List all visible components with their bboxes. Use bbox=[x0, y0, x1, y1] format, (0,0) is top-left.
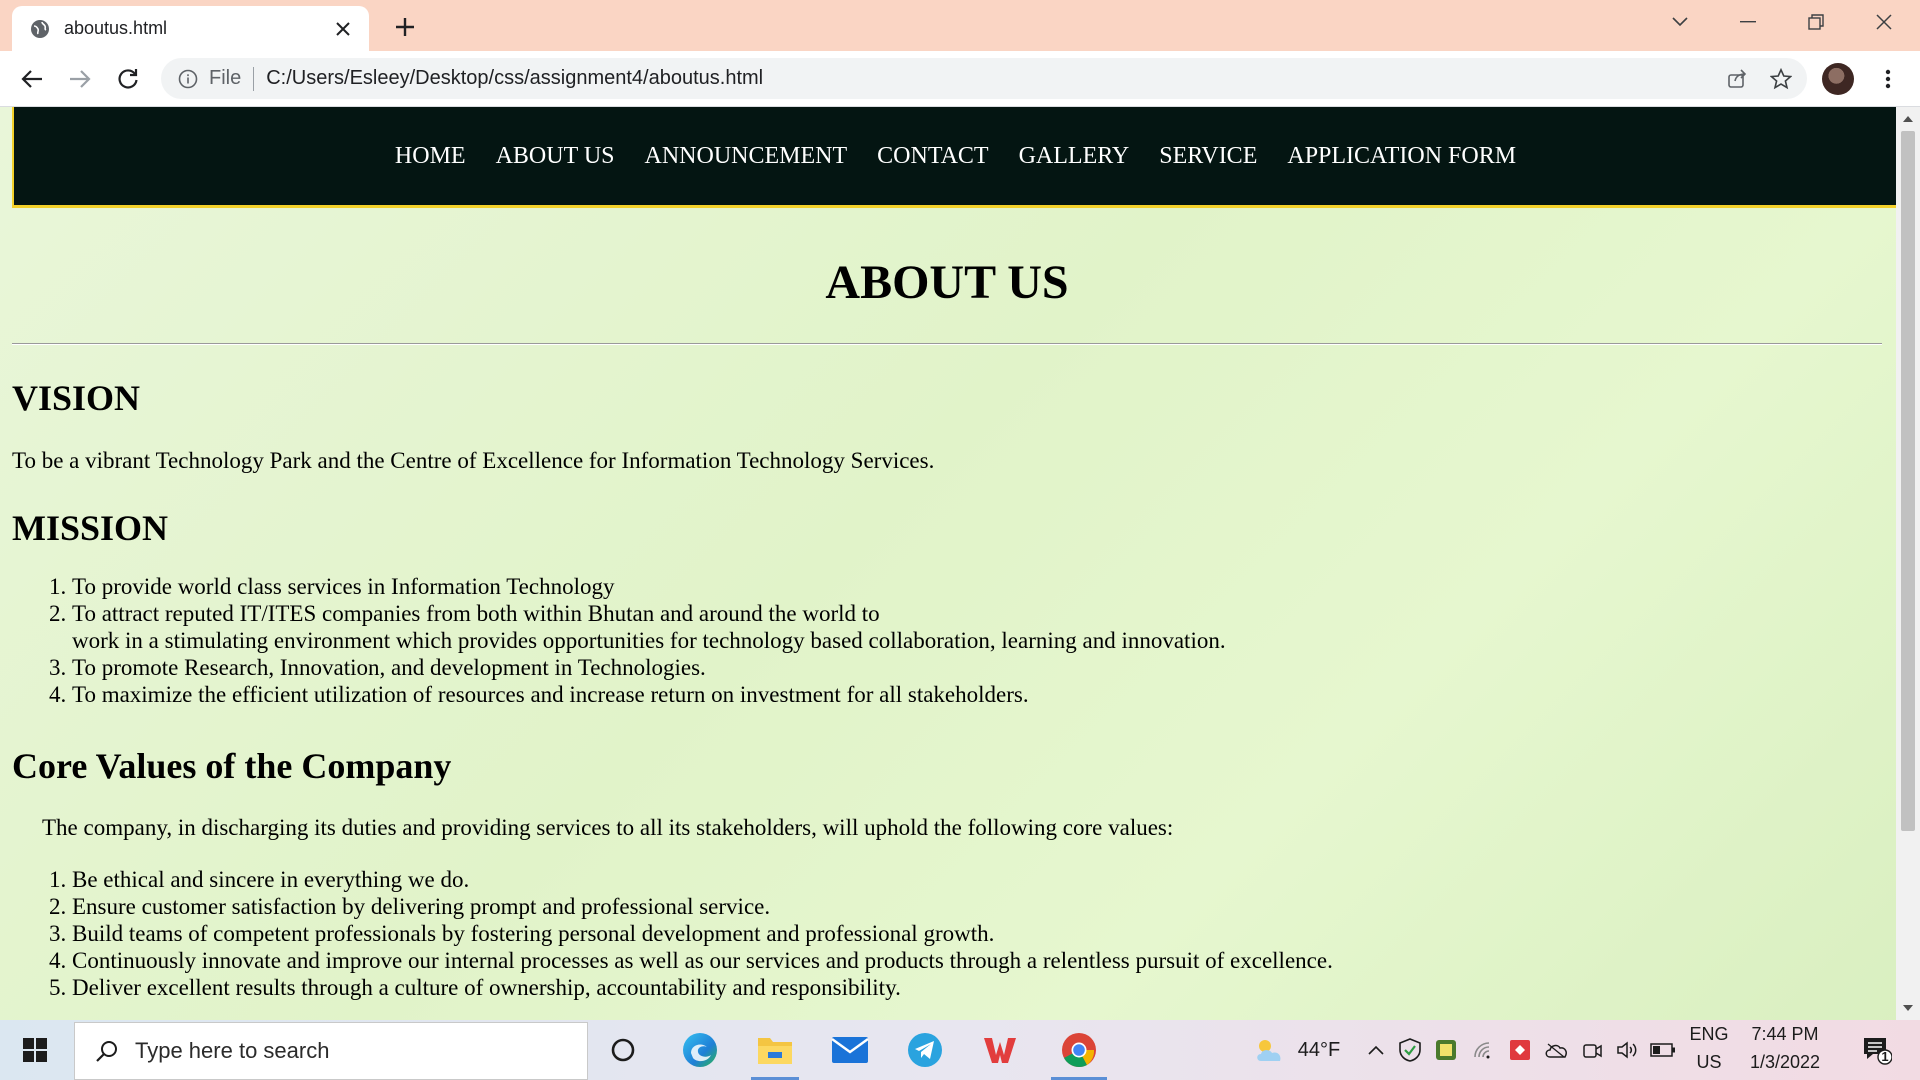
nav-announcement[interactable]: ANNOUNCEMENT bbox=[645, 143, 848, 169]
notification-center-icon[interactable]: 1 bbox=[1855, 1020, 1899, 1080]
new-tab-icon[interactable] bbox=[390, 12, 420, 42]
page-title: ABOUT US bbox=[825, 256, 1069, 309]
list-item: To maximize the efficient utilization of… bbox=[72, 681, 1226, 708]
list-item: Be ethical and sincere in everything we … bbox=[72, 866, 1333, 893]
globe-icon bbox=[31, 19, 49, 38]
nav-contact[interactable]: CONTACT bbox=[877, 143, 988, 169]
clock-date: 1/3/2022 bbox=[1749, 1052, 1821, 1072]
wifi-icon[interactable] bbox=[1470, 1020, 1498, 1080]
file-explorer-icon[interactable] bbox=[745, 1020, 805, 1080]
close-tab-icon[interactable] bbox=[329, 15, 357, 43]
wps-office-icon[interactable] bbox=[970, 1020, 1030, 1080]
core-values-list: Be ethical and sincere in everything we … bbox=[12, 866, 1333, 1001]
windows-taskbar: Type here to search 44°F ENG US 7:44 PM … bbox=[0, 1020, 1920, 1080]
core-values-heading: Core Values of the Company bbox=[12, 746, 452, 786]
browser-tab-strip: aboutus.html bbox=[0, 0, 1920, 51]
weather-temperature[interactable]: 44°F bbox=[1294, 1020, 1344, 1080]
input-language[interactable]: ENG US bbox=[1684, 1020, 1734, 1080]
page-viewport: HOME ABOUT US ANNOUNCEMENT CONTACT GALLE… bbox=[0, 107, 1920, 1020]
search-icon bbox=[93, 1037, 121, 1065]
list-item: Continuously innovate and improve our in… bbox=[72, 947, 1333, 974]
list-item: Deliver excellent results through a cult… bbox=[72, 974, 1333, 1001]
list-item: Build teams of competent professionals b… bbox=[72, 920, 1333, 947]
taskbar-clock[interactable]: 7:44 PM 1/3/2022 bbox=[1740, 1020, 1830, 1080]
browser-tab[interactable]: aboutus.html bbox=[12, 6, 369, 51]
red-app-icon[interactable] bbox=[1506, 1020, 1534, 1080]
url-separator bbox=[253, 66, 255, 91]
scrollbar-thumb[interactable] bbox=[1901, 131, 1915, 831]
region-code: US bbox=[1696, 1052, 1722, 1072]
mail-icon[interactable] bbox=[820, 1020, 880, 1080]
nav-about-us[interactable]: ABOUT US bbox=[496, 143, 615, 169]
back-icon[interactable] bbox=[14, 61, 50, 97]
list-item: To attract reputed IT/ITES companies fro… bbox=[72, 600, 1226, 654]
chrome-icon[interactable] bbox=[1045, 1020, 1113, 1080]
core-values-intro: The company, in discharging its duties a… bbox=[42, 815, 1174, 840]
list-item-continuation: work in a stimulating environment which … bbox=[72, 628, 1226, 653]
windows-start-icon[interactable] bbox=[0, 1020, 70, 1080]
title-divider bbox=[12, 343, 1882, 345]
scroll-down-arrow-icon[interactable] bbox=[1896, 998, 1920, 1018]
clock-time: 7:44 PM bbox=[1751, 1024, 1819, 1044]
address-bar[interactable]: File C:/Users/Esleey/Desktop/css/assignm… bbox=[161, 58, 1807, 99]
chevron-up-icon[interactable] bbox=[1362, 1020, 1390, 1080]
notification-count: 1 bbox=[1881, 1049, 1889, 1064]
vision-heading: VISION bbox=[12, 378, 141, 418]
site-navigation: HOME ABOUT US ANNOUNCEMENT CONTACT GALLE… bbox=[12, 107, 1897, 208]
list-item: To promote Research, Innovation, and dev… bbox=[72, 654, 1226, 681]
reload-icon[interactable] bbox=[110, 61, 146, 97]
list-item-text: To attract reputed IT/ITES companies fro… bbox=[72, 601, 880, 626]
meet-now-icon[interactable] bbox=[1578, 1020, 1606, 1080]
mission-list: To provide world class services in Infor… bbox=[12, 573, 1226, 708]
edge-icon[interactable] bbox=[670, 1020, 730, 1080]
telegram-icon[interactable] bbox=[895, 1020, 955, 1080]
scroll-up-arrow-icon[interactable] bbox=[1896, 109, 1920, 129]
restore-icon[interactable] bbox=[1786, 0, 1846, 44]
security-shield-icon[interactable] bbox=[1396, 1020, 1424, 1080]
green-app-icon[interactable] bbox=[1432, 1020, 1460, 1080]
battery-icon[interactable] bbox=[1648, 1020, 1678, 1080]
bookmark-star-icon[interactable] bbox=[1763, 61, 1799, 97]
cortana-icon[interactable] bbox=[593, 1020, 653, 1080]
close-window-icon[interactable] bbox=[1854, 0, 1914, 44]
forward-icon[interactable] bbox=[62, 61, 98, 97]
mission-heading: MISSION bbox=[12, 508, 169, 548]
search-placeholder: Type here to search bbox=[135, 1038, 330, 1063]
taskbar-search-box[interactable]: Type here to search bbox=[74, 1022, 588, 1080]
url-scheme-label: File bbox=[209, 67, 242, 89]
info-icon[interactable] bbox=[177, 68, 199, 90]
profile-avatar[interactable] bbox=[1822, 63, 1854, 95]
minimize-icon[interactable] bbox=[1718, 0, 1778, 44]
language-code: ENG bbox=[1689, 1024, 1729, 1044]
tab-title: aboutus.html bbox=[64, 18, 168, 38]
list-item: To provide world class services in Infor… bbox=[72, 573, 1226, 600]
vision-text: To be a vibrant Technology Park and the … bbox=[12, 448, 935, 473]
list-item: Ensure customer satisfaction by deliveri… bbox=[72, 893, 1333, 920]
vertical-scrollbar[interactable] bbox=[1896, 107, 1920, 1020]
nav-home[interactable]: HOME bbox=[395, 143, 466, 169]
nav-service[interactable]: SERVICE bbox=[1159, 143, 1257, 169]
nav-gallery[interactable]: GALLERY bbox=[1019, 143, 1130, 169]
weather-icon[interactable] bbox=[1250, 1020, 1290, 1080]
more-menu-icon[interactable] bbox=[1872, 63, 1904, 95]
nav-application-form[interactable]: APPLICATION FORM bbox=[1287, 143, 1516, 169]
tab-search-icon[interactable] bbox=[1650, 0, 1710, 44]
volume-icon[interactable] bbox=[1614, 1020, 1642, 1080]
browser-toolbar: File C:/Users/Esleey/Desktop/css/assignm… bbox=[0, 51, 1920, 107]
url-text[interactable]: C:/Users/Esleey/Desktop/css/assignment4/… bbox=[266, 67, 1719, 90]
share-icon[interactable] bbox=[1719, 61, 1755, 97]
onedrive-icon[interactable] bbox=[1542, 1020, 1570, 1080]
